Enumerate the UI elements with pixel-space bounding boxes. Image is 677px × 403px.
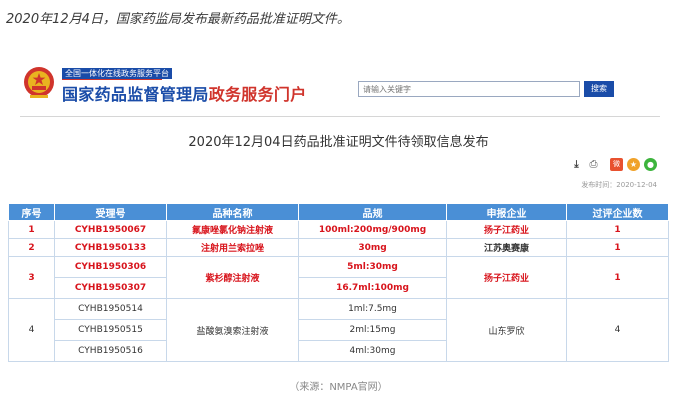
- cell-accept-no: CYHB1950515: [54, 319, 167, 341]
- cell-no: 3: [8, 256, 55, 299]
- cell-company: 江苏奥赛康: [446, 238, 567, 257]
- brand-accent: 政务服务门户: [208, 85, 307, 104]
- cell-accept-no: CYHB1950067: [54, 220, 167, 239]
- cell-count: 1: [566, 220, 669, 239]
- approval-table: 序号 受理号 品种名称 品规 申报企业 过评企业数 1 CYHB1950067 …: [8, 203, 669, 362]
- cell-company: 山东罗欣: [446, 298, 567, 362]
- cell-drug-name: 氟康唑氯化钠注射液: [166, 220, 299, 239]
- cell-count: 1: [566, 238, 669, 257]
- national-emblem-icon: [24, 67, 54, 98]
- cell-spec: 4ml:30mg: [298, 340, 447, 362]
- table-row: 1 CYHB1950067 氟康唑氯化钠注射液 100ml:200mg/900m…: [8, 220, 669, 239]
- weibo-share-icon[interactable]: 微: [610, 157, 623, 171]
- cell-spec: 1ml:7.5mg: [298, 298, 447, 320]
- cell-company: 扬子江药业: [446, 256, 567, 299]
- cell-accept-no: CYHB1950307: [54, 277, 167, 299]
- cell-no: 1: [8, 220, 55, 239]
- top-tag-rule: [62, 79, 162, 80]
- cell-company: 扬子江药业: [446, 220, 567, 239]
- top-tag[interactable]: 全国一体化在线政务服务平台: [62, 68, 172, 79]
- cell-spec: 30mg: [298, 238, 447, 257]
- table-row: 4 CYHB1950514 盐酸氨溴索注射液 1ml:7.5mg 山东罗欣 4: [8, 298, 669, 362]
- portal-header: 全国一体化在线政务服务平台 国家药品监督管理局政务服务门户 搜索: [20, 66, 660, 106]
- table-header-row: 序号 受理号 品种名称 品规 申报企业 过评企业数: [8, 203, 669, 221]
- portal-brand[interactable]: 国家药品监督管理局政务服务门户: [62, 81, 307, 105]
- cell-spec: 100ml:200mg/900mg: [298, 220, 447, 239]
- col-header-company: 申报企业: [446, 203, 567, 221]
- cell-count: 1: [566, 256, 669, 299]
- table-row: 3 CYHB1950306 紫杉醇注射液 5ml:30mg 扬子江药业 1: [8, 256, 669, 299]
- download-icon[interactable]: ⤓: [570, 158, 583, 171]
- cell-accept-no: CYHB1950133: [54, 238, 167, 257]
- cell-drug-name: 盐酸氨溴索注射液: [166, 298, 299, 362]
- col-header-count: 过评企业数: [566, 203, 669, 221]
- cell-count: 4: [566, 298, 669, 362]
- intro-text: 2020年12月4日，国家药监局发布最新药品批准证明文件。: [6, 12, 350, 27]
- publish-date: 发布时间：2020-12-04: [581, 181, 657, 189]
- header-divider: [20, 116, 660, 117]
- article-tools: ⤓ ⎙ 微 ★ ●: [570, 156, 657, 172]
- search-input[interactable]: [358, 81, 580, 97]
- cell-accept-no: CYHB1950306: [54, 256, 167, 278]
- cell-spec: 2ml:15mg: [298, 319, 447, 341]
- col-header-accept-no: 受理号: [54, 203, 167, 221]
- favorite-star-icon[interactable]: ★: [627, 157, 640, 171]
- brand-main: 国家药品监督管理局: [62, 85, 209, 104]
- cell-spec: 5ml:30mg: [298, 256, 447, 278]
- cell-no: 4: [8, 298, 55, 362]
- page-title: 2020年12月04日药品批准证明文件待领取信息发布: [188, 135, 489, 150]
- search-button[interactable]: 搜索: [584, 81, 614, 97]
- cell-spec: 16.7ml:100mg: [298, 277, 447, 299]
- col-header-no: 序号: [8, 203, 55, 221]
- cell-drug-name: 紫杉醇注射液: [166, 256, 299, 299]
- source-caption: （来源：NMPA官网）: [289, 382, 388, 393]
- cell-no: 2: [8, 238, 55, 257]
- table-row: 2 CYHB1950133 注射用兰索拉唑 30mg 江苏奥赛康 1: [8, 238, 669, 257]
- wechat-share-icon[interactable]: ●: [644, 157, 657, 171]
- cell-drug-name: 注射用兰索拉唑: [166, 238, 299, 257]
- cell-accept-no: CYHB1950516: [54, 340, 167, 362]
- col-header-spec: 品规: [298, 203, 447, 221]
- cell-accept-no: CYHB1950514: [54, 298, 167, 320]
- col-header-drug-name: 品种名称: [166, 203, 299, 221]
- print-icon[interactable]: ⎙: [587, 158, 600, 171]
